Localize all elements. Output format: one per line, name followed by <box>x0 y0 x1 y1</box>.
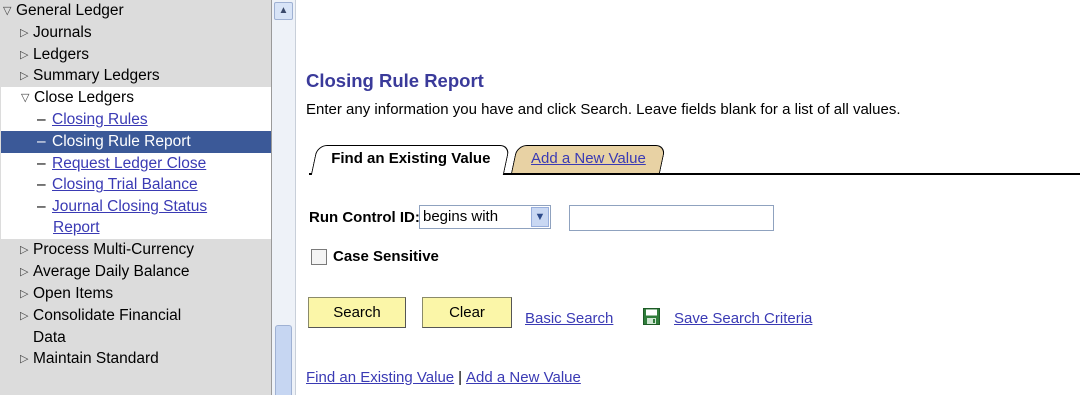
find-existing-value-link[interactable]: Find an Existing Value <box>306 369 454 386</box>
main-content: Closing Rule Report Enter any informatio… <box>297 0 1080 395</box>
nav-item-request-ledger-close[interactable]: – Request Ledger Close <box>1 153 271 175</box>
dash-icon: – <box>37 176 46 194</box>
triangle-right-icon: ▷ <box>20 287 29 300</box>
nav-tree: ▽ General Ledger ▷ Journals ▷ Ledgers ▷ Summ… <box>0 0 271 369</box>
floppy-disk-icon[interactable] <box>643 308 660 325</box>
nav-label: Journals <box>33 23 92 41</box>
nav-label: Average Daily Balance <box>33 262 190 280</box>
page-title: Closing Rule Report <box>306 70 484 91</box>
nav-item-close-ledgers[interactable]: ▽ Close Ledgers <box>1 87 271 109</box>
nav-label: Maintain Standard <box>33 349 159 367</box>
dash-icon: – <box>37 154 46 172</box>
nav-label-continued: Data <box>33 328 66 346</box>
search-tabs: Find an Existing Value Add a New Value <box>309 145 1080 175</box>
nav-item-ledgers[interactable]: ▷ Ledgers <box>0 44 271 66</box>
tab-label[interactable]: Add a New Value <box>531 146 646 172</box>
nav-item-journal-closing-status-report[interactable]: – Journal Closing Status Report <box>1 196 271 239</box>
tab-find-existing-value[interactable]: Find an Existing Value <box>310 145 511 175</box>
nav-link-continued[interactable]: Report <box>53 219 100 236</box>
nav-item-general-ledger[interactable]: ▽ General Ledger <box>0 0 271 22</box>
nav-item-closing-rule-report[interactable]: – Closing Rule Report <box>1 130 271 153</box>
nav-link[interactable]: Closing Rules <box>52 111 148 128</box>
search-button[interactable]: Search <box>308 297 406 328</box>
dash-icon: – <box>37 198 46 216</box>
operator-value: begins with <box>423 208 499 225</box>
case-sensitive-label: Case Sensitive <box>333 248 439 265</box>
basic-search-link[interactable]: Basic Search <box>525 310 613 327</box>
triangle-right-icon: ▷ <box>20 70 29 83</box>
nav-item-average-daily-balance[interactable]: ▷ Average Daily Balance <box>0 261 271 283</box>
triangle-right-icon: ▷ <box>20 309 29 322</box>
nav-item-closing-trial-balance[interactable]: – Closing Trial Balance <box>1 174 271 196</box>
triangle-right-icon: ▷ <box>20 265 29 278</box>
bottom-links: Find an Existing Value | Add a New Value <box>306 369 581 386</box>
nav-label: Summary Ledgers <box>33 67 160 85</box>
nav-scrollbar[interactable]: ▲ <box>272 0 296 395</box>
nav-item-process-multi-currency[interactable]: ▷ Process Multi-Currency <box>0 239 271 261</box>
scrollbar-thumb[interactable] <box>275 325 292 395</box>
nav-item-open-items[interactable]: ▷ Open Items <box>0 283 271 305</box>
run-control-label: Run Control ID: <box>309 209 420 226</box>
run-control-input[interactable] <box>569 205 774 231</box>
nav-label: Close Ledgers <box>34 89 134 107</box>
dash-icon: – <box>37 110 46 128</box>
tab-label: Find an Existing Value <box>331 150 491 167</box>
triangle-down-icon: ▽ <box>21 92 30 105</box>
nav-link[interactable]: Request Ledger Close <box>52 155 206 172</box>
dash-icon: – <box>37 132 46 150</box>
triangle-right-icon: ▷ <box>20 244 29 257</box>
tab-add-new-value[interactable]: Add a New Value <box>511 145 666 173</box>
triangle-right-icon: ▷ <box>20 352 29 365</box>
link-separator: | <box>458 369 463 386</box>
clear-button[interactable]: Clear <box>422 297 512 328</box>
nav-label: Open Items <box>33 284 114 302</box>
nav-label: Ledgers <box>33 45 90 63</box>
nav-item-closing-rules[interactable]: – Closing Rules <box>1 109 271 131</box>
add-new-value-link[interactable]: Add a New Value <box>466 369 581 386</box>
triangle-right-icon: ▷ <box>20 48 29 61</box>
chevron-down-icon[interactable]: ▼ <box>531 207 549 227</box>
nav-group-close-ledgers: ▽ Close Ledgers – Closing Rules – Closing R… <box>1 87 271 240</box>
triangle-down-icon: ▽ <box>3 5 12 17</box>
chevron-up-icon[interactable]: ▲ <box>274 2 293 20</box>
nav-link[interactable]: Journal Closing Status <box>52 198 207 215</box>
nav-label: Process Multi-Currency <box>33 241 195 259</box>
nav-label: Closing Rule Report <box>52 132 191 150</box>
triangle-right-icon: ▷ <box>20 26 29 39</box>
page-instructions: Enter any information you have and click… <box>306 101 901 118</box>
save-search-criteria-link[interactable]: Save Search Criteria <box>674 310 812 327</box>
nav-link[interactable]: Closing Trial Balance <box>52 176 198 193</box>
operator-select[interactable]: begins with ▼ <box>419 205 551 229</box>
nav-item-maintain-standard[interactable]: ▷ Maintain Standard <box>0 348 271 370</box>
nav-item-consolidate-financial-data[interactable]: ▷ Consolidate Financial Data <box>0 305 271 348</box>
nav-item-summary-ledgers[interactable]: ▷ Summary Ledgers <box>0 65 271 87</box>
nav-item-journals[interactable]: ▷ Journals <box>0 22 271 44</box>
nav-label: Consolidate Financial <box>33 306 182 324</box>
nav-label: General Ledger <box>16 2 124 19</box>
navigation-panel: ▽ General Ledger ▷ Journals ▷ Ledgers ▷ Summ… <box>0 0 272 395</box>
case-sensitive-checkbox[interactable] <box>311 249 327 265</box>
